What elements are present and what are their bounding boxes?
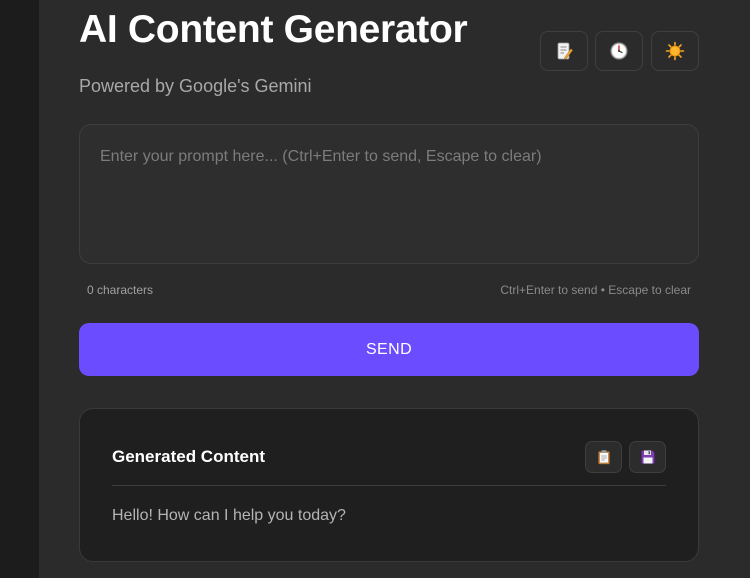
prompt-input[interactable] xyxy=(80,125,698,263)
output-divider xyxy=(112,485,666,486)
page-subtitle: Powered by Google's Gemini xyxy=(79,76,312,96)
copy-button[interactable] xyxy=(585,441,622,473)
theme-sun-icon xyxy=(665,41,685,61)
send-button[interactable]: SEND xyxy=(79,323,699,376)
keyboard-shortcut-hint: Ctrl+Enter to send • Escape to clear xyxy=(500,283,691,297)
history-clock-icon xyxy=(609,41,629,61)
save-button[interactable] xyxy=(629,441,666,473)
history-button[interactable] xyxy=(595,31,643,71)
generated-text: Hello! How can I help you today? xyxy=(112,507,346,524)
new-note-button[interactable] xyxy=(540,31,588,71)
save-floppy-icon xyxy=(640,449,656,465)
theme-toggle-button[interactable] xyxy=(651,31,699,71)
notepad-icon xyxy=(554,41,574,61)
prompt-container xyxy=(79,124,699,264)
page-title: AI Content Generator xyxy=(79,8,468,51)
generated-content-card: Generated Content Hello! How can I help … xyxy=(79,408,699,562)
output-heading: Generated Content xyxy=(112,447,266,466)
app-panel: AI Content Generator Powered by Google's… xyxy=(39,0,750,578)
character-count: 0 characters xyxy=(87,283,154,297)
clipboard-copy-icon xyxy=(596,449,612,465)
